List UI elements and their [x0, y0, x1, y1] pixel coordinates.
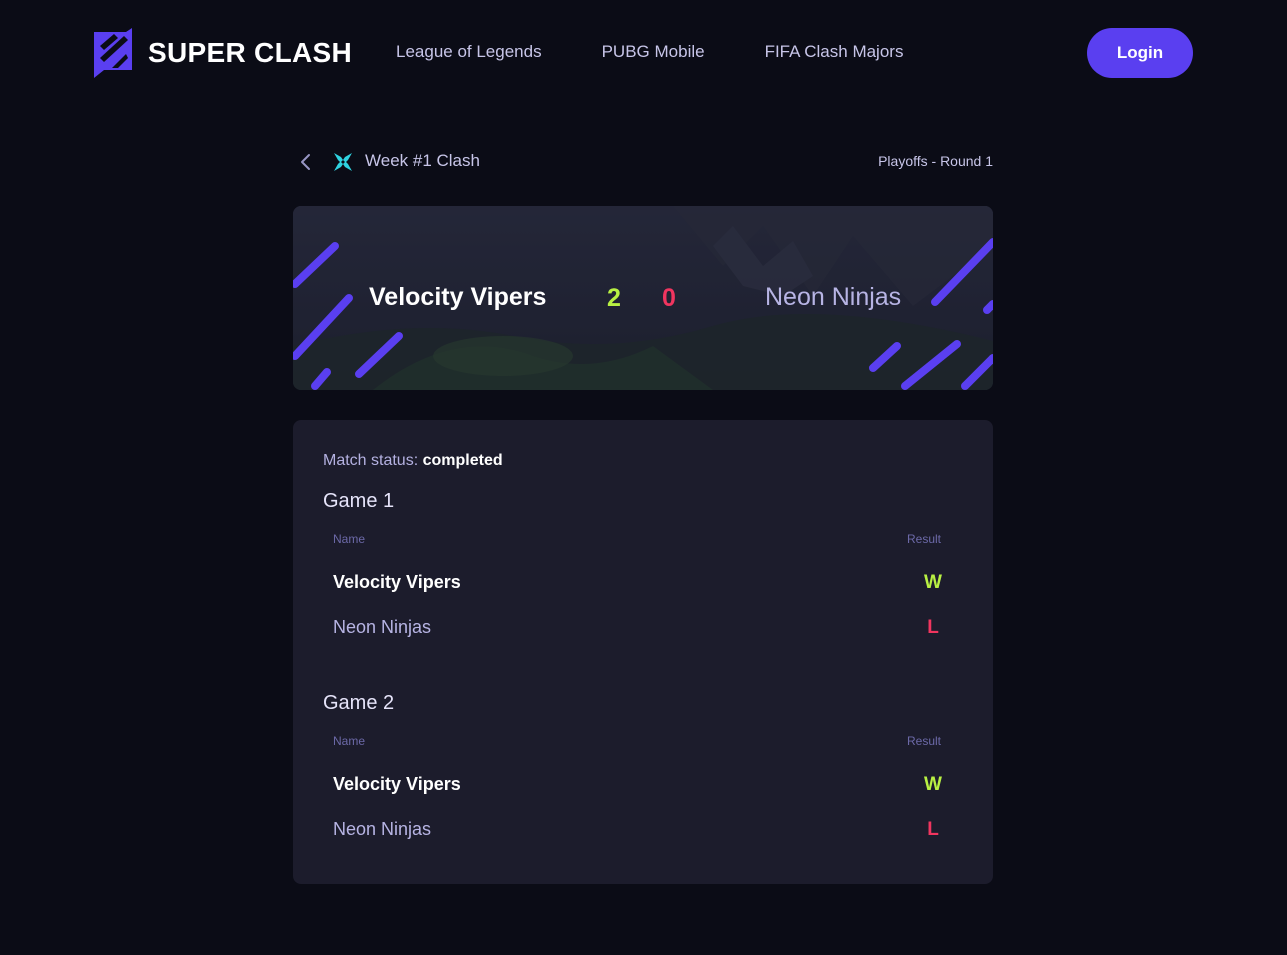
round-label: Playoffs - Round 1	[878, 153, 993, 169]
match-status: Match status: completed	[323, 452, 503, 470]
away-team-score: 0	[662, 284, 676, 312]
main-nav: League of Legends PUBG Mobile FIFA Clash…	[396, 42, 963, 62]
result-badge: W	[924, 774, 942, 795]
login-button[interactable]: Login	[1087, 28, 1193, 78]
column-header-result: Result	[906, 734, 941, 748]
table-row: Velocity Vipers W	[333, 568, 953, 598]
table-row: Velocity Vipers W	[333, 770, 953, 800]
game-section: Game 1 Name Result Velocity Vipers W Neo…	[323, 490, 963, 638]
table-row: Neon Ninjas L	[333, 815, 953, 845]
away-team-name: Neon Ninjas	[765, 283, 902, 311]
team-name: Neon Ninjas	[333, 819, 432, 839]
mobile-legends-logo-icon	[334, 153, 352, 171]
match-status-value: completed	[422, 452, 503, 469]
match-details-card: Match status: completed Game 1 Name Resu…	[293, 420, 993, 884]
match-banner: Velocity Vipers 2 0 Neon Ninjas	[293, 206, 993, 390]
result-badge: L	[927, 617, 939, 638]
breadcrumb: Week #1 Clash Playoffs - Round 1	[293, 146, 993, 178]
game-section: Game 2 Name Result Velocity Vipers W Neo…	[323, 692, 963, 840]
brand-logo[interactable]: SUPER CLASH	[92, 28, 352, 78]
nav-league-of-legends[interactable]: League of Legends	[396, 42, 542, 62]
team-name: Velocity Vipers	[333, 774, 461, 794]
super-clash-logo-icon	[94, 28, 132, 78]
result-badge: W	[924, 572, 942, 593]
result-badge: L	[927, 819, 939, 840]
nav-fifa-clash-majors[interactable]: FIFA Clash Majors	[765, 42, 904, 62]
home-team-name: Velocity Vipers	[369, 283, 547, 311]
team-name: Velocity Vipers	[333, 572, 461, 592]
column-header-name: Name	[333, 734, 366, 748]
column-header-name: Name	[333, 532, 366, 546]
team-name: Neon Ninjas	[333, 617, 432, 637]
event-title[interactable]: Week #1 Clash	[365, 151, 480, 171]
chevron-left-icon[interactable]	[297, 152, 315, 172]
table-row: Neon Ninjas L	[333, 613, 953, 643]
home-team-score: 2	[607, 284, 621, 312]
brand-name: SUPER CLASH	[148, 37, 352, 68]
nav-pubg-mobile[interactable]: PUBG Mobile	[602, 42, 705, 62]
column-header-result: Result	[906, 532, 941, 546]
game-title: Game 2	[323, 692, 395, 714]
site-header: SUPER CLASH League of Legends PUBG Mobil…	[0, 0, 1287, 106]
game-title: Game 1	[323, 490, 395, 512]
match-status-label: Match status:	[323, 452, 419, 469]
